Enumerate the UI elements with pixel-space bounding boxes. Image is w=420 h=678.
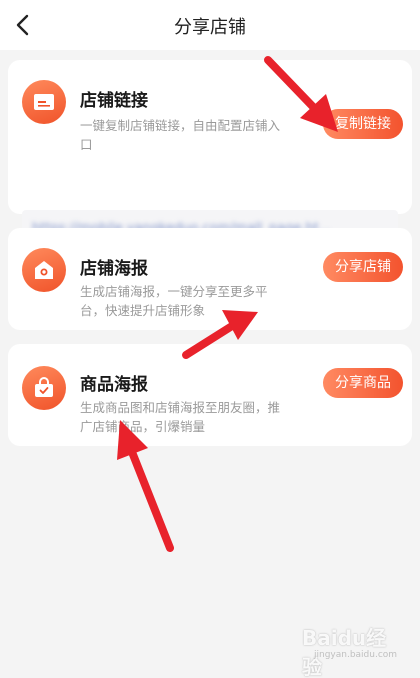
baidu-watermark: Baidu经验 jingyan.baidu.com <box>302 616 402 678</box>
arrow-to-product-poster <box>117 420 174 552</box>
arrow-to-shop-poster <box>182 310 258 359</box>
watermark-sub: jingyan.baidu.com <box>314 650 398 660</box>
arrow-to-copy-link <box>264 56 338 132</box>
annotation-arrows <box>117 56 338 552</box>
